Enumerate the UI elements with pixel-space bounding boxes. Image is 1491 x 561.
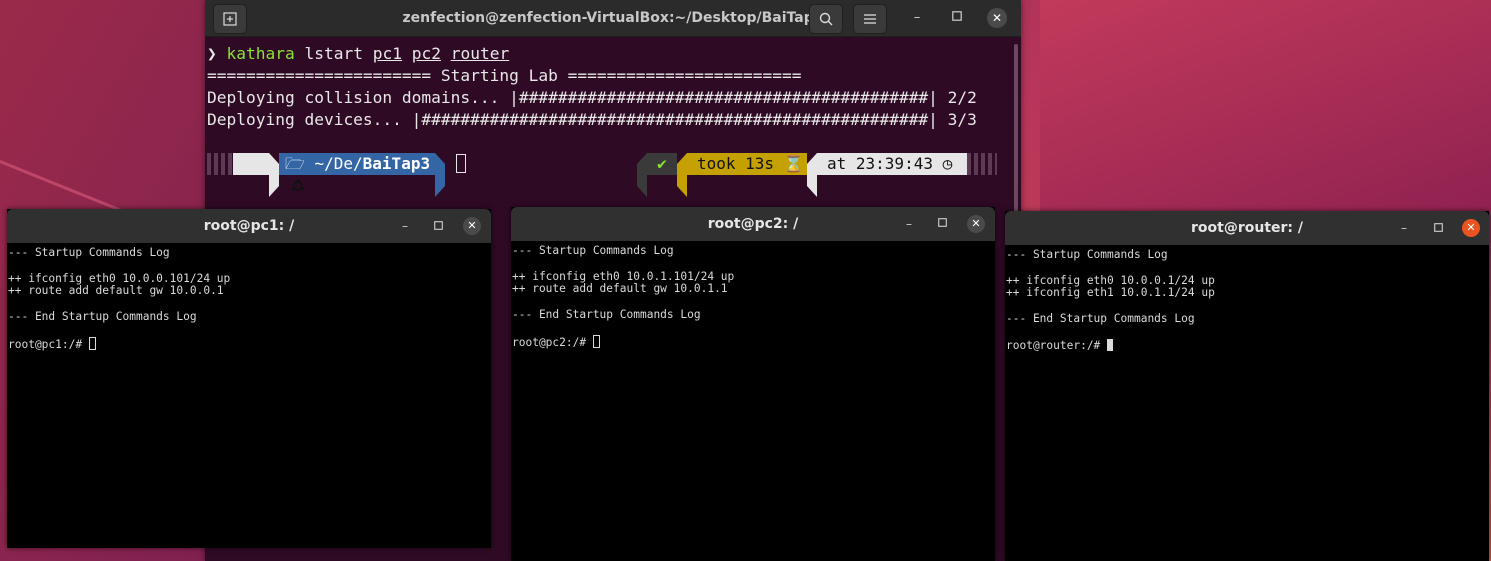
log-line: ​: [8, 324, 230, 337]
shell-prompt: root@router:/#: [1006, 338, 1108, 352]
pc1-title: root@pc1: /: [203, 218, 295, 234]
maximize-icon[interactable]: [932, 213, 952, 233]
log-line: --- Startup Commands Log: [512, 244, 674, 257]
output-line: Deploying collision domains... |########…: [207, 88, 977, 107]
close-icon[interactable]: ✕: [1462, 219, 1480, 237]
log-line: ++ route add default gw 10.0.0.1: [8, 284, 224, 298]
path-home: ~/De/: [314, 154, 363, 173]
maximize-icon[interactable]: [1428, 218, 1448, 238]
log-line: ​: [8, 260, 230, 273]
time-text: at 23:39:43: [827, 154, 933, 173]
command-arg: pc1: [372, 44, 402, 63]
log-line: ​: [1006, 262, 1215, 275]
cursor: [88, 336, 96, 350]
pc1-terminal-window[interactable]: root@pc1: / – ✕ --- Startup Commands Log…: [7, 209, 491, 548]
shell-prompt: root@pc1:/#: [8, 337, 89, 351]
close-icon[interactable]: ✕: [967, 215, 985, 233]
scrollbar[interactable]: [1014, 44, 1018, 214]
shell-prompt: root@pc2:/#: [512, 335, 593, 349]
clock-icon: ◷: [942, 154, 953, 173]
hourglass-icon: ⌛: [783, 154, 804, 173]
took-text: took 13s: [697, 154, 775, 173]
output-line: Deploying devices... |##################…: [207, 110, 977, 129]
router-terminal-window[interactable]: root@router: / – ✕ --- Startup Commands …: [1005, 211, 1489, 561]
router-log: --- Startup Commands Log​++ ifconfig eth…: [1006, 248, 1215, 353]
router-body: --- Startup Commands Log​++ ifconfig eth…: [1005, 245, 1489, 561]
prompt-line[interactable]: root@router:/#: [1006, 338, 1215, 353]
cursor: [592, 334, 600, 348]
command-program: kathara: [226, 44, 295, 63]
path-dir: BaiTap3: [362, 154, 431, 173]
main-terminal-title: zenfection@zenfection-VirtualBox:~/Deskt…: [402, 10, 824, 26]
log-line: --- End Startup Commands Log: [512, 307, 701, 321]
minimize-icon[interactable]: –: [1394, 218, 1414, 238]
minimize-icon[interactable]: –: [905, 6, 929, 30]
status-ok: ✔: [647, 153, 677, 175]
command-arg: pc2: [411, 44, 441, 63]
log-line: ++ ifconfig eth1 10.0.1.1/24 up: [1006, 286, 1215, 300]
folder-icon: 🗁: [285, 154, 305, 173]
cursor: [456, 154, 466, 173]
prompt-took: took 13s ⌛: [687, 153, 807, 175]
log-line: ​: [512, 258, 734, 271]
log-line: --- End Startup Commands Log: [1006, 311, 1195, 325]
powerline-right: ✔ took 13s ⌛ at 23:39:43 ◷: [637, 153, 997, 197]
pc1-body: --- Startup Commands Log​++ ifconfig eth…: [7, 243, 491, 548]
prompt-line[interactable]: root@pc2:/#: [512, 334, 734, 350]
prompt-line[interactable]: root@pc1:/#: [8, 336, 230, 352]
pc1-header: root@pc1: / – ✕: [7, 209, 491, 243]
cursor: [1107, 338, 1114, 351]
close-icon[interactable]: ✕: [463, 217, 481, 235]
prompt-fade: [967, 153, 997, 175]
log-line: ​: [512, 322, 734, 335]
prompt-path: 🗁 ~/De/BaiTap3: [279, 153, 435, 175]
log-line: --- Startup Commands Log: [1006, 248, 1168, 261]
router-title: root@router: /: [1191, 220, 1303, 236]
router-header: root@router: / – ✕: [1005, 211, 1489, 245]
log-line: ​: [1006, 326, 1215, 339]
search-icon[interactable]: [809, 4, 843, 34]
pc2-log: --- Startup Commands Log​++ ifconfig eth…: [512, 244, 734, 350]
command-subcommand: lstart: [304, 44, 363, 63]
powerline-left: 🗁 ~/De/BaiTap3: [207, 153, 507, 197]
output-line: ======================= Starting Lab ===…: [207, 66, 802, 85]
pc2-body: --- Startup Commands Log​++ ifconfig eth…: [511, 241, 995, 561]
log-line: --- End Startup Commands Log: [8, 309, 197, 323]
pc1-log: --- Startup Commands Log​++ ifconfig eth…: [8, 246, 230, 352]
prompt-symbol: ❯: [207, 44, 217, 63]
log-line: ++ route add default gw 10.0.1.1: [512, 282, 728, 296]
minimize-icon[interactable]: –: [899, 214, 919, 234]
prompt-fade: [207, 153, 233, 175]
pc2-terminal-window[interactable]: root@pc2: / – ✕ --- Startup Commands Log…: [511, 207, 995, 561]
command-line: ❯ kathara lstart pc1 pc2 router: [207, 43, 509, 65]
prompt-time: at 23:39:43 ◷: [817, 153, 967, 175]
maximize-icon[interactable]: [428, 216, 448, 236]
pc2-header: root@pc2: / – ✕: [511, 207, 995, 241]
command-arg: router: [450, 44, 510, 63]
main-terminal-header: zenfection@zenfection-VirtualBox:~/Deskt…: [205, 0, 1021, 37]
minimize-icon[interactable]: –: [395, 216, 415, 236]
maximize-icon[interactable]: [945, 6, 969, 30]
hamburger-menu-icon[interactable]: [853, 4, 887, 34]
pc2-title: root@pc2: /: [707, 216, 799, 232]
log-line: --- Startup Commands Log: [8, 246, 170, 259]
ubuntu-icon: [233, 153, 304, 191]
close-icon[interactable]: ✕: [987, 8, 1007, 28]
